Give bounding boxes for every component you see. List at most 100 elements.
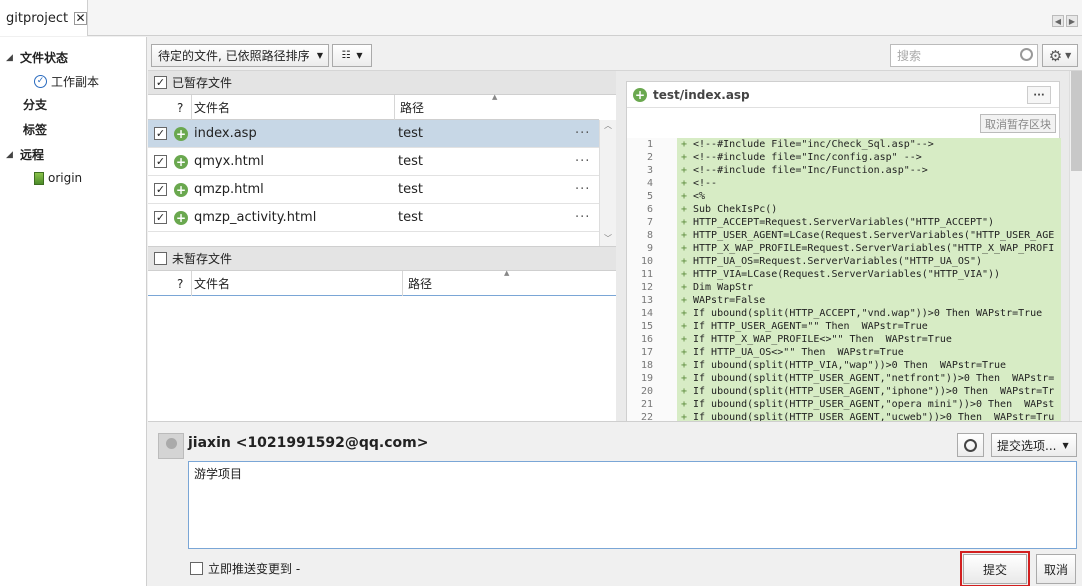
commit-options-dropdown[interactable]: 提交选项... ▼ <box>991 433 1077 457</box>
diff-line: 11 + HTTP_VIA=LCase(Request.ServerVariable… <box>627 268 1061 281</box>
file-name: qmyx.html <box>194 154 265 169</box>
code-text: If ubound(split(HTTP_ACCEPT,"vnd.wap"))>… <box>693 308 1043 319</box>
column-path[interactable]: 路径 <box>403 271 616 296</box>
scroll-up-icon[interactable]: ︿ <box>600 120 616 131</box>
staged-scrollbar[interactable]: ︿ ﹀ <box>599 120 616 246</box>
code-text: HTTP_ACCEPT=Request.ServerVariables("HTT… <box>693 217 995 228</box>
diff-line: 6 + Sub ChekIsPc() <box>627 203 1061 216</box>
expand-triangle-icon[interactable]: ◢ <box>6 150 20 160</box>
row-checkbox[interactable]: ✓ <box>154 183 167 196</box>
row-more-button[interactable]: ··· <box>575 126 590 141</box>
sort-ascending-icon: ▲ <box>492 93 498 101</box>
code-text: Dim WapStr <box>693 282 754 293</box>
staged-all-checkbox[interactable]: ✓ <box>154 76 167 89</box>
row-checkbox[interactable]: ✓ <box>154 127 167 140</box>
commit-author: jiaxin <1021991592@qq.com> <box>188 435 429 451</box>
diff-line: 21 + If ubound(split(HTTP_USER_AGENT,"oper… <box>627 398 1061 411</box>
sidebar-item-file-status[interactable]: ◢ 文件状态 <box>0 45 146 70</box>
sidebar-item-branches[interactable]: 分支 <box>0 92 146 117</box>
tab-gitproject[interactable]: gitproject ✕ <box>0 0 88 36</box>
diff-line: 1 + <!--#Include File="inc/Check_Sql.asp"-… <box>627 138 1061 151</box>
unstaged-all-checkbox[interactable] <box>154 252 167 265</box>
view-mode-button[interactable]: ☷ ▼ <box>332 44 372 67</box>
diff-line: 16 + If HTTP_X_WAP_PROFILE<>"" Then WAPstr… <box>627 333 1061 346</box>
sidebar-item-tags[interactable]: 标签 <box>0 117 146 142</box>
scroll-left-icon[interactable]: ◀ <box>1052 15 1064 27</box>
line-number: 21 <box>627 398 655 411</box>
search-input[interactable]: 搜索 <box>890 44 1038 67</box>
line-number: 13 <box>627 294 655 307</box>
commit-button[interactable]: 提交 <box>963 554 1027 584</box>
code-text: <!--#include file="Inc/config.asp" --> <box>693 152 922 163</box>
staged-title: 已暂存文件 <box>172 76 233 90</box>
scroll-right-icon[interactable]: ▶ <box>1066 15 1078 27</box>
row-checkbox[interactable]: ✓ <box>154 211 167 224</box>
table-row[interactable]: ✓ + qmyx.html test ··· <box>148 148 599 176</box>
expand-triangle-icon[interactable]: ◢ <box>6 53 20 63</box>
settings-button[interactable]: ⚙ ▼ <box>1042 44 1078 67</box>
commit-message-input[interactable]: 游学项目 <box>188 461 1077 549</box>
line-number: 15 <box>627 320 655 333</box>
line-number: 3 <box>627 164 655 177</box>
row-more-button[interactable]: ··· <box>575 182 590 197</box>
diff-line: 2 + <!--#include file="Inc/config.asp" --> <box>627 151 1061 164</box>
code-text: <!--#Include File="inc/Check_Sql.asp"--> <box>693 139 934 150</box>
push-checkbox[interactable] <box>190 562 203 575</box>
avatar <box>158 433 184 459</box>
line-number: 5 <box>627 190 655 203</box>
column-filename[interactable]: 文件名 <box>189 95 395 120</box>
sort-dropdown[interactable]: 待定的文件, 已依照路径排序 ▼ <box>151 44 329 67</box>
code-text: <!-- <box>693 178 718 189</box>
cancel-button[interactable]: 取消 <box>1036 554 1076 584</box>
clock-icon <box>964 438 977 452</box>
table-row[interactable]: ✓ + qmzp.html test ··· <box>148 176 599 204</box>
table-row[interactable]: ✓ + index.asp test ··· <box>148 120 599 148</box>
sidebar-item-label: 工作副本 <box>51 74 100 89</box>
unstage-hunk-button[interactable]: 取消暂存区块 <box>980 114 1056 133</box>
row-more-button[interactable]: ··· <box>575 210 590 225</box>
code-text: If ubound(split(HTTP_USER_AGENT,"iphone"… <box>693 386 1055 397</box>
diff-line: 13 + WAPstr=False <box>627 294 1061 307</box>
diff-scrollbar[interactable] <box>1069 71 1082 421</box>
code-text: <!--#include file="Inc/Function.asp"--> <box>693 165 928 176</box>
sidebar-item-label: 标签 <box>23 123 48 137</box>
sidebar-item-label: 文件状态 <box>20 51 69 65</box>
column-filename-label: 文件名 <box>194 101 231 115</box>
diff-line: 12 + Dim WapStr <box>627 281 1061 294</box>
line-number: 16 <box>627 333 655 346</box>
line-number: 11 <box>627 268 655 281</box>
history-button[interactable] <box>957 433 984 457</box>
chevron-down-icon: ▼ <box>1065 51 1072 60</box>
line-number: 2 <box>627 151 655 164</box>
line-number: 12 <box>627 281 655 294</box>
sidebar-item-label: 远程 <box>20 148 45 162</box>
file-path: test <box>398 126 423 141</box>
column-filename[interactable]: 文件名 <box>189 271 403 296</box>
code-text: If ubound(split(HTTP_USER_AGENT,"netfron… <box>693 373 1055 384</box>
scroll-thumb[interactable] <box>1071 71 1082 171</box>
sidebar-item-label: 分支 <box>23 98 48 112</box>
diff-line: 18 + If ubound(split(HTTP_VIA,"wap"))>0 Th… <box>627 359 1061 372</box>
diff-more-button[interactable]: ··· <box>1027 86 1051 104</box>
push-option[interactable]: 立即推送变更到 - <box>190 560 300 577</box>
code-text: WAPstr=False <box>693 295 766 306</box>
sidebar-item-working-copy[interactable]: ✓ 工作副本 <box>0 70 146 92</box>
scroll-down-icon[interactable]: ﹀ <box>600 233 616 244</box>
line-number: 14 <box>627 307 655 320</box>
commit-options-label: 提交选项... <box>997 438 1057 453</box>
sidebar-item-origin[interactable]: origin <box>0 167 146 189</box>
added-file-icon: + <box>174 127 188 141</box>
tab-scroll-arrows: ◀ ▶ <box>1052 15 1078 27</box>
row-more-button[interactable]: ··· <box>575 154 590 169</box>
code-text: <% <box>693 191 706 202</box>
row-checkbox[interactable]: ✓ <box>154 155 167 168</box>
column-status-label: ? <box>177 276 184 291</box>
added-file-icon: + <box>174 155 188 169</box>
code-text: HTTP_X_WAP_PROFILE=Request.ServerVariabl… <box>693 243 1055 254</box>
close-icon[interactable]: ✕ <box>74 11 87 25</box>
sidebar-item-remotes[interactable]: ◢ 远程 <box>0 142 146 167</box>
added-file-icon: + <box>174 183 188 197</box>
table-row[interactable]: ✓ + qmzp_activity.html test ··· <box>148 204 599 232</box>
staged-header: ✓ 已暂存文件 <box>148 71 616 95</box>
line-number: 7 <box>627 216 655 229</box>
